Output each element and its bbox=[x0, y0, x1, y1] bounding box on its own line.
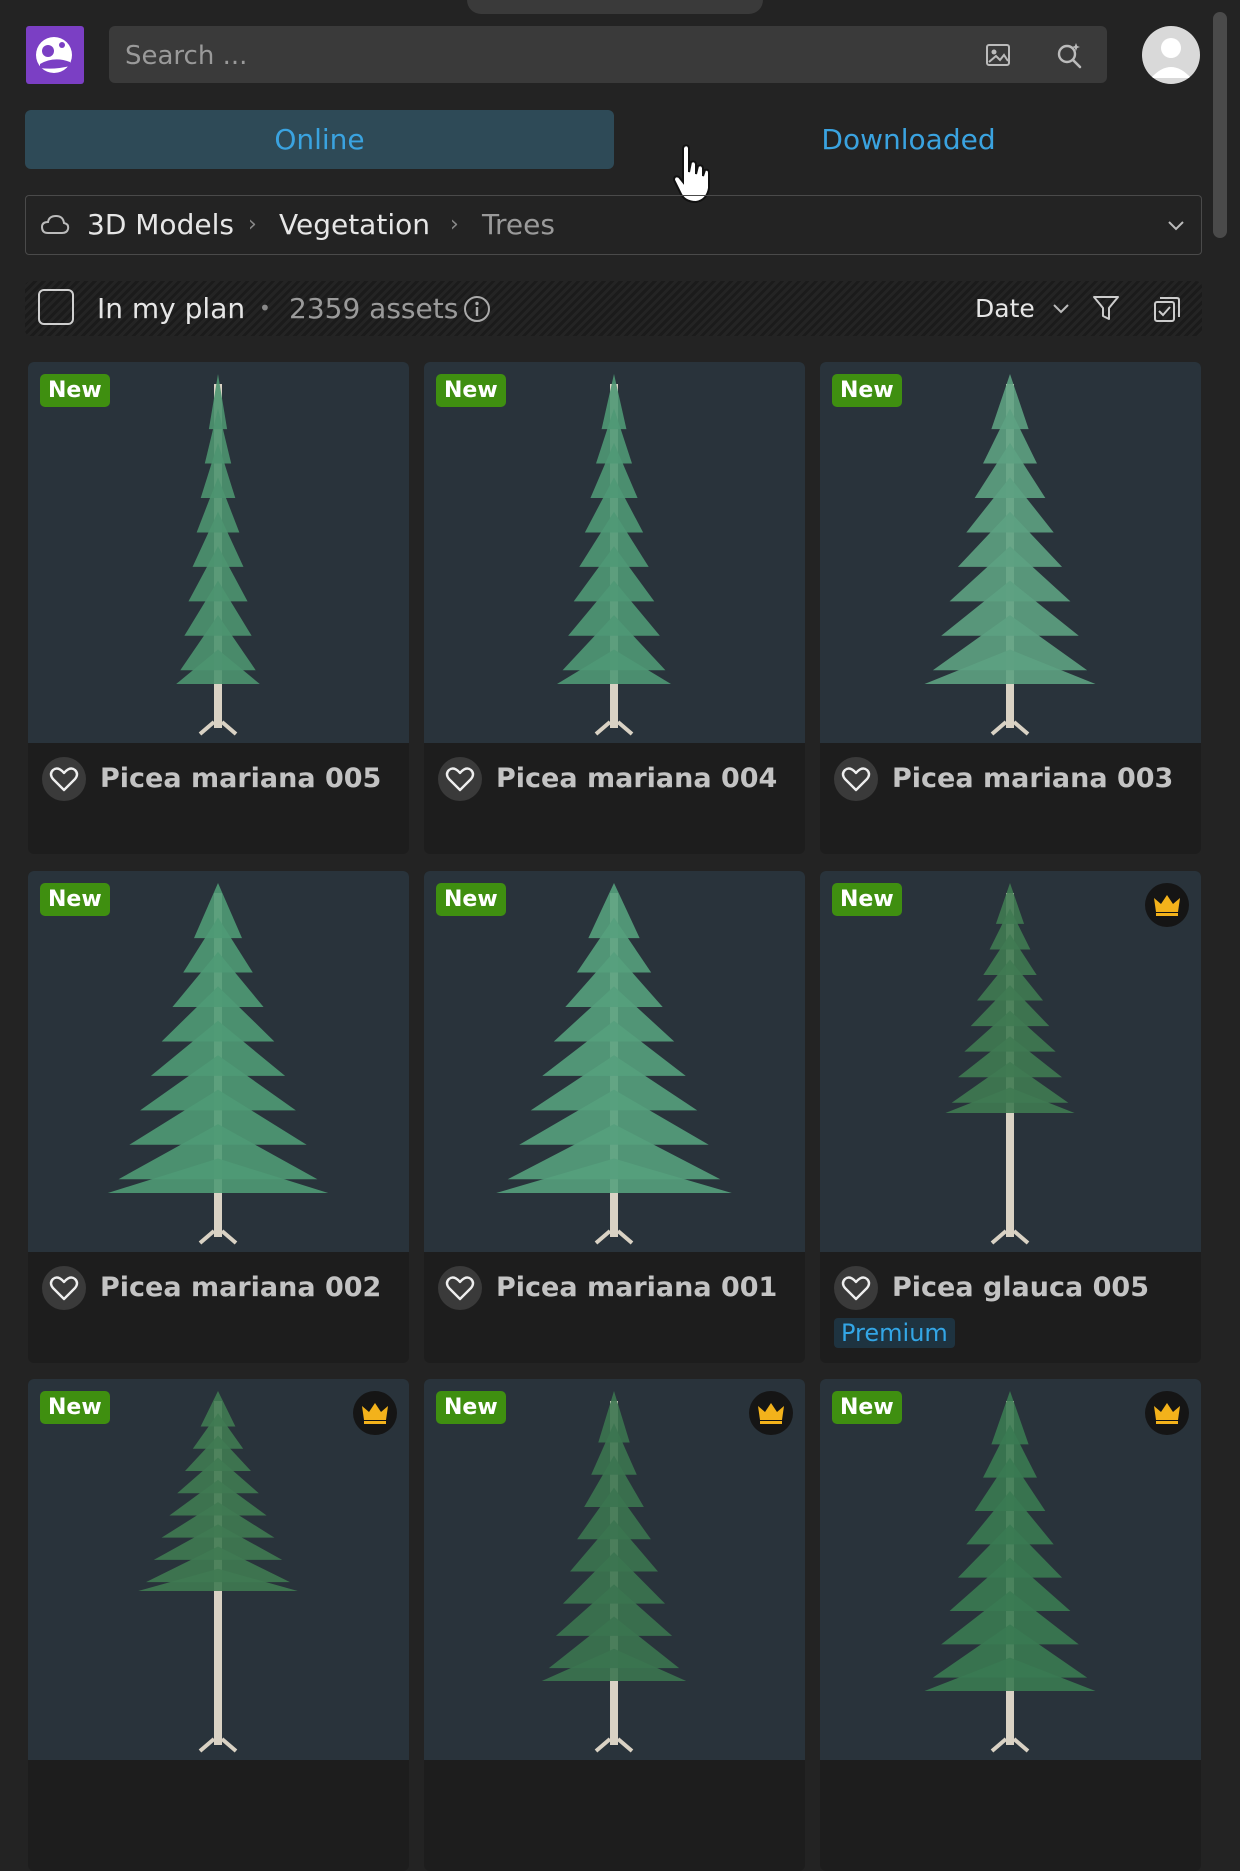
filter-bar: In my plan • 2359 assets Date bbox=[25, 281, 1202, 336]
asset-thumbnail[interactable] bbox=[424, 362, 805, 743]
new-badge: New bbox=[40, 374, 110, 407]
breadcrumb-item-trees[interactable]: Trees bbox=[482, 196, 555, 254]
asset-card[interactable]: New Picea mariana 002 bbox=[28, 871, 409, 1363]
heart-icon[interactable] bbox=[42, 757, 86, 801]
asset-thumbnail[interactable] bbox=[820, 871, 1201, 1252]
in-my-plan-label: In my plan bbox=[97, 292, 246, 325]
new-badge: New bbox=[40, 1391, 110, 1424]
crown-icon bbox=[1145, 1391, 1189, 1435]
heart-icon[interactable] bbox=[438, 757, 482, 801]
breadcrumb: 3D Models › Vegetation › Trees bbox=[25, 195, 1202, 255]
crown-icon bbox=[749, 1391, 793, 1435]
app-logo-icon[interactable] bbox=[26, 26, 84, 84]
asset-thumbnail[interactable] bbox=[424, 871, 805, 1252]
asset-card[interactable]: New Picea mariana 001 bbox=[424, 871, 805, 1363]
crown-icon bbox=[353, 1391, 397, 1435]
asset-card[interactable]: New bbox=[424, 1379, 805, 1871]
separator-dot: • bbox=[259, 296, 271, 320]
sort-label[interactable]: Date bbox=[975, 281, 1035, 336]
new-badge: New bbox=[832, 1391, 902, 1424]
asset-name: Picea mariana 004 bbox=[496, 763, 778, 794]
select-multiple-icon[interactable] bbox=[1151, 293, 1183, 325]
sort-chevron-down-icon[interactable] bbox=[1052, 302, 1070, 314]
heart-icon[interactable] bbox=[834, 1266, 878, 1310]
new-badge: New bbox=[436, 374, 506, 407]
new-badge: New bbox=[40, 883, 110, 916]
search-input[interactable] bbox=[123, 26, 947, 85]
asset-card[interactable]: New Picea mariana 005 bbox=[28, 362, 409, 854]
asset-card[interactable]: New Picea mariana 003 bbox=[820, 362, 1201, 854]
asset-card[interactable]: New bbox=[28, 1379, 409, 1871]
asset-name: Picea mariana 001 bbox=[496, 1272, 778, 1303]
user-avatar-icon[interactable] bbox=[1142, 26, 1200, 84]
image-search-icon[interactable] bbox=[983, 40, 1013, 70]
breadcrumb-item-3d-models[interactable]: 3D Models bbox=[87, 196, 234, 254]
asset-thumbnail[interactable] bbox=[28, 1379, 409, 1760]
asset-card[interactable]: New Picea glauca 005 Premium bbox=[820, 871, 1201, 1363]
asset-card[interactable]: New Picea mariana 004 bbox=[424, 362, 805, 854]
cloud-icon bbox=[40, 214, 70, 234]
asset-name: Picea mariana 003 bbox=[892, 763, 1174, 794]
breadcrumb-separator: › bbox=[248, 212, 257, 237]
info-icon[interactable] bbox=[463, 295, 491, 323]
heart-icon[interactable] bbox=[438, 1266, 482, 1310]
chevron-down-icon[interactable] bbox=[1166, 218, 1186, 232]
premium-badge: Premium bbox=[834, 1318, 955, 1348]
new-badge: New bbox=[832, 374, 902, 407]
new-badge: New bbox=[832, 883, 902, 916]
new-badge: New bbox=[436, 1391, 506, 1424]
breadcrumb-item-vegetation[interactable]: Vegetation bbox=[279, 196, 430, 254]
asset-name: Picea mariana 002 bbox=[100, 1272, 382, 1303]
asset-card[interactable]: New bbox=[820, 1379, 1201, 1871]
heart-icon[interactable] bbox=[42, 1266, 86, 1310]
asset-name: Picea mariana 005 bbox=[100, 763, 382, 794]
crown-icon bbox=[1145, 883, 1189, 927]
asset-thumbnail[interactable] bbox=[820, 1379, 1201, 1760]
smart-search-icon[interactable] bbox=[1054, 40, 1084, 70]
new-badge: New bbox=[436, 883, 506, 916]
vertical-scrollbar[interactable] bbox=[1213, 12, 1227, 238]
window-notch bbox=[467, 0, 763, 14]
in-my-plan-checkbox[interactable] bbox=[38, 289, 74, 325]
breadcrumb-separator: › bbox=[450, 212, 459, 237]
asset-name: Picea glauca 005 bbox=[892, 1272, 1149, 1303]
asset-thumbnail[interactable] bbox=[28, 362, 409, 743]
filter-icon[interactable] bbox=[1091, 293, 1121, 323]
asset-thumbnail[interactable] bbox=[28, 871, 409, 1252]
search-bar bbox=[109, 26, 1107, 85]
asset-count: 2359 assets bbox=[289, 292, 459, 325]
heart-icon[interactable] bbox=[834, 757, 878, 801]
asset-thumbnail[interactable] bbox=[820, 362, 1201, 743]
tab-online[interactable]: Online bbox=[25, 110, 614, 169]
asset-thumbnail[interactable] bbox=[424, 1379, 805, 1760]
